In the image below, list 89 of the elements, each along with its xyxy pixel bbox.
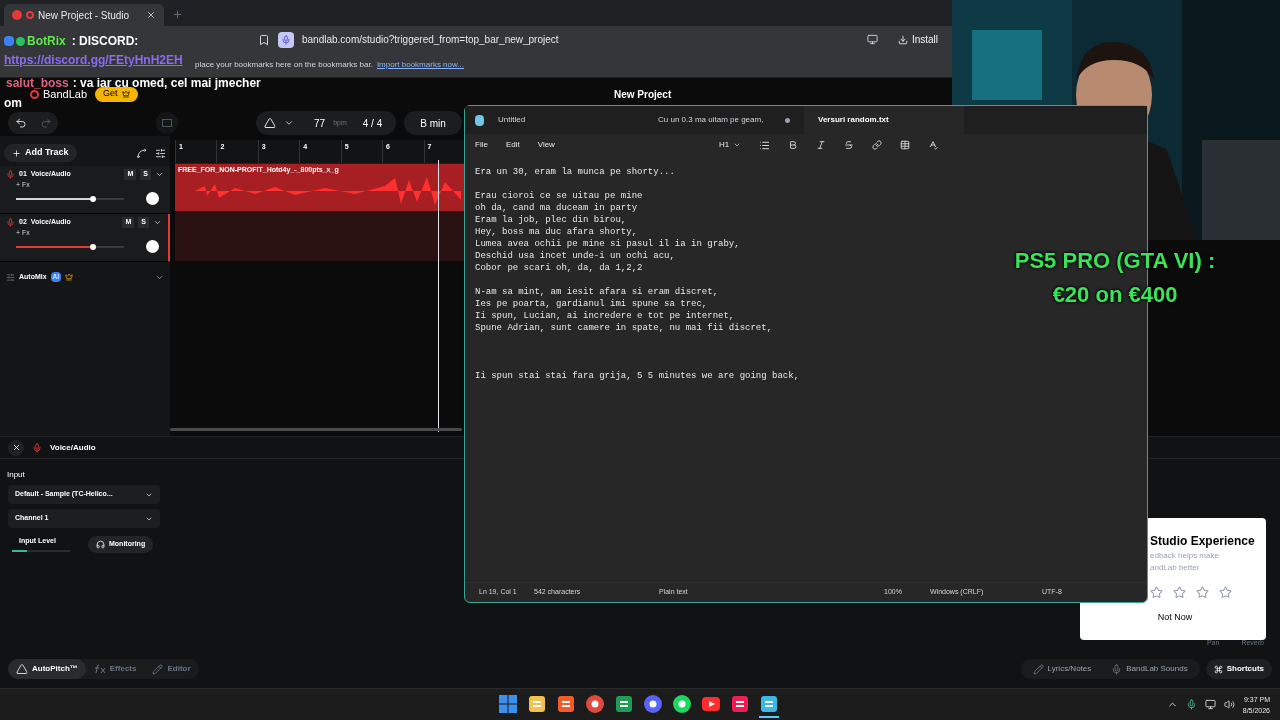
chat-user: salut_boss [6, 75, 69, 90]
chevron-icon[interactable] [284, 118, 294, 128]
browser-tab[interactable]: New Project - Studio [4, 4, 164, 26]
popup-title: Studio Experience [1150, 533, 1256, 550]
logo-icon [30, 89, 39, 99]
table-icon[interactable] [900, 140, 911, 150]
add-track-button[interactable]: Add Track [4, 144, 77, 162]
list-icon[interactable] [759, 139, 771, 151]
menu-item[interactable]: Edit [505, 139, 520, 151]
bookmark-icon[interactable] [258, 33, 270, 46]
windows-icon[interactable] [498, 693, 518, 714]
import-link[interactable]: Import bookmarks now... [376, 59, 465, 71]
headphones-icon [96, 540, 105, 549]
shortcuts-button[interactable]: Shortcuts [1205, 659, 1272, 679]
undo-icon[interactable] [14, 117, 27, 129]
network-icon[interactable] [1204, 699, 1216, 710]
chat-fragment: om [4, 95, 22, 112]
project-title: New Project [614, 87, 672, 102]
check-icon [16, 36, 25, 46]
star-icon[interactable] [1173, 586, 1186, 599]
record-icon [26, 11, 34, 19]
plus-icon [12, 148, 21, 158]
heading-button[interactable]: H1 [718, 139, 742, 151]
popup-text: andLab better [1150, 562, 1201, 574]
document-tab[interactable]: Versuri random.txt [804, 106, 964, 134]
star-icon[interactable] [1150, 586, 1163, 599]
tool-tab[interactable]: BandLab Sounds [1103, 659, 1196, 679]
key-button[interactable]: B min [404, 111, 462, 135]
mic-icon[interactable] [278, 31, 294, 48]
menu-item[interactable]: View [537, 139, 555, 151]
star-icon[interactable] [1196, 586, 1209, 599]
close-icon[interactable] [146, 10, 156, 20]
star-icon[interactable] [1219, 586, 1232, 599]
chevron-icon [733, 141, 742, 149]
fx-icon [93, 664, 106, 674]
logo: BandLab [43, 87, 88, 102]
volume-slider[interactable] [16, 245, 124, 248]
popup-text: edback helps make [1150, 550, 1220, 562]
link-icon[interactable] [872, 140, 883, 150]
tool-tab[interactable]: Lyrics/Notes [1024, 659, 1100, 679]
document-tab[interactable]: Cu un 0.3 ma uitam pe geam, [644, 106, 804, 134]
pencil-icon [152, 663, 164, 675]
sliders-icon[interactable] [155, 147, 166, 159]
italic-icon[interactable] [816, 140, 827, 150]
input-label: Input [7, 469, 26, 481]
get-button[interactable]: Get [95, 86, 138, 102]
tool-tab[interactable]: Effects [85, 659, 145, 679]
bookmarks-hint: place your bookmarks here on the bookmarks bar. [195, 59, 373, 71]
volume-icon[interactable] [1223, 699, 1235, 710]
track-title: Voice/Audio [50, 441, 96, 454]
crown-icon [65, 273, 74, 281]
download-icon [897, 34, 908, 45]
url-field[interactable]: bandlab.com/studio?triggered_from=top_bar_new_project [302, 32, 859, 47]
tool-tab[interactable]: AutoPitch™ [8, 659, 86, 679]
strikethrough-icon[interactable] [844, 140, 855, 150]
chat-user: BotRix [27, 33, 66, 50]
screen-icon[interactable] [866, 34, 878, 45]
not-now-button[interactable]: Not Now [1150, 611, 1200, 625]
scrollbar[interactable] [170, 428, 462, 431]
crown-icon [121, 90, 130, 98]
bold-icon[interactable] [788, 140, 799, 150]
new-tab-icon[interactable] [172, 9, 183, 20]
spellcheck-icon[interactable] [928, 140, 939, 150]
tempo-value[interactable]: 77 [314, 115, 326, 131]
document-tab[interactable]: Untitled [484, 106, 644, 134]
tab-title: New Project - Studio [38, 8, 131, 23]
mic-icon[interactable] [1185, 699, 1197, 710]
sliders-icon [6, 272, 15, 282]
time-signature[interactable]: 4 / 4 [362, 115, 383, 131]
notepad-icon [475, 114, 484, 126]
close-button[interactable] [8, 439, 24, 456]
tool-tab[interactable]: Editor [144, 659, 199, 679]
app-icon [12, 10, 22, 20]
install-button[interactable]: Install [897, 32, 938, 47]
chat-message: : DISCORD: [71, 33, 139, 50]
badge-icon [4, 36, 14, 46]
mic-icon [6, 217, 15, 227]
mic-icon [32, 442, 42, 453]
close-icon [11, 443, 21, 452]
lyrics-text[interactable]: Era un 30, eram la munca pe shorty... Erau cioroi ce se uitau pe mine oh da, cand ma duceam in party Eram la job, plec din birou, Hey, boss ma duc afara shorty, Lumea avea ochii pe mine si pasul il ia in graby, Deschid usa incet unde-i un ochi acu, Cobor pe scari oh, da, da 1,2,2 N-am sa mint, am iesit afara si eram discret, Ies pe poarta, gardianul imi spune sa trec, Ii spun, Lucian, ai incredere e tot pe internet, Spune Adrian, sunt camere in spate, nu mai fii discret, Ii spun stai stai fara grija, 5 5 minutes we are going back, [475, 166, 800, 382]
pencil-icon [1032, 663, 1044, 675]
command-icon [1213, 664, 1223, 674]
pan-knob[interactable] [146, 240, 159, 253]
notepad-icon[interactable] [759, 693, 779, 714]
curve-icon[interactable] [136, 147, 147, 159]
mic-icon [6, 169, 15, 179]
volume-slider[interactable] [16, 197, 124, 200]
pan-knob[interactable] [146, 192, 159, 205]
menu-item[interactable]: File [475, 139, 488, 151]
